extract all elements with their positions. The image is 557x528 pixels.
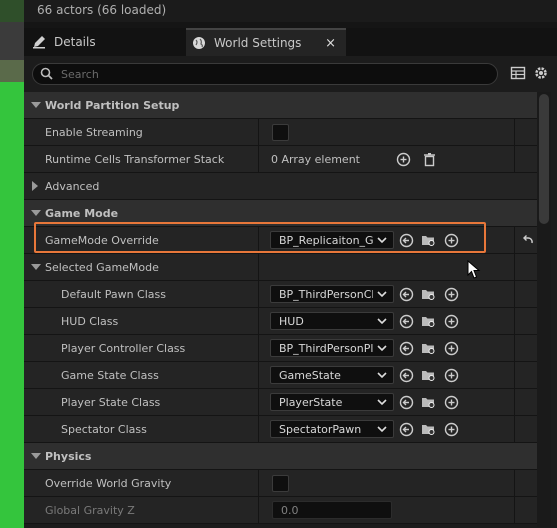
globe-icon [193, 37, 205, 49]
dropdown-value: HUD [279, 315, 304, 328]
category-label: World Partition Setup [45, 98, 180, 112]
collapse-arrow-icon [31, 264, 41, 270]
browse-folder-icon[interactable] [421, 395, 436, 410]
use-selected-icon[interactable] [399, 368, 414, 383]
property-label: Player State Class [61, 395, 161, 409]
viewport-edge [0, 0, 24, 22]
table-view-icon[interactable] [510, 65, 526, 81]
dropdown-value: SpectatorPawn [279, 423, 362, 436]
property-label: Advanced [45, 179, 100, 193]
highlight-box [34, 222, 486, 253]
tab-world-settings[interactable]: World Settings × [186, 28, 346, 56]
player-state-dropdown[interactable]: PlayerState [270, 393, 394, 411]
property-label: Spectator Class [61, 422, 147, 436]
player-controller-dropdown[interactable]: BP_ThirdPersonPl [270, 339, 394, 357]
property-label: Player Controller Class [61, 341, 186, 355]
outliner-status-bar: 66 actors (66 loaded) [0, 0, 557, 22]
dropdown-value: BP_ThirdPersonPl [279, 342, 373, 355]
property-label: Enable Streaming [45, 125, 143, 139]
browse-folder-icon[interactable] [421, 287, 436, 302]
mouse-cursor-icon [467, 260, 481, 279]
category-physics[interactable]: Physics [24, 443, 544, 470]
default-pawn-dropdown[interactable]: BP_ThirdPersonCl [270, 285, 394, 303]
property-label: Runtime Cells Transformer Stack [45, 152, 225, 166]
browse-folder-icon[interactable] [421, 341, 436, 356]
use-selected-icon[interactable] [399, 395, 414, 410]
category-world-partition[interactable]: World Partition Setup [24, 92, 544, 119]
viewport-slice [0, 22, 24, 528]
use-selected-icon[interactable] [399, 341, 414, 356]
row-override-gravity: Override World Gravity [24, 470, 544, 497]
actor-count: 66 actors (66 loaded) [37, 3, 167, 17]
collapse-arrow-icon [31, 102, 41, 108]
browse-folder-icon[interactable] [421, 422, 436, 437]
add-icon[interactable] [444, 395, 459, 410]
collapse-arrow-icon [31, 453, 41, 459]
browse-folder-icon[interactable] [421, 314, 436, 329]
property-label: Game State Class [61, 368, 159, 382]
trash-icon[interactable] [422, 152, 437, 167]
add-element-icon[interactable] [396, 152, 411, 167]
category-label: Game Mode [45, 206, 119, 220]
collapse-arrow-icon [31, 210, 41, 216]
use-selected-icon[interactable] [399, 287, 414, 302]
world-settings-panel: World Partition Setup Enable Streaming R… [24, 56, 557, 528]
chevron-down-icon [377, 291, 387, 298]
chevron-down-icon [377, 399, 387, 406]
tab-details-label: Details [54, 35, 96, 49]
chevron-down-icon [377, 372, 387, 379]
scrollbar-thumb[interactable] [539, 94, 549, 224]
tab-bar: Details World Settings × [24, 28, 557, 56]
pencil-icon [33, 36, 45, 49]
chevron-down-icon [377, 345, 387, 352]
row-global-gravity: Global Gravity Z 0.0 [24, 497, 544, 524]
search-input[interactable] [59, 65, 483, 83]
chevron-down-icon [377, 318, 387, 325]
row-advanced[interactable]: Advanced [24, 173, 544, 200]
property-label: Override World Gravity [45, 476, 172, 490]
tab-details[interactable]: Details [28, 28, 182, 56]
row-default-pawn: Default Pawn Class BP_ThirdPersonCl [24, 281, 544, 308]
row-enable-streaming: Enable Streaming [24, 119, 544, 146]
hud-class-dropdown[interactable]: HUD [270, 312, 394, 330]
add-icon[interactable] [444, 341, 459, 356]
row-spectator: Spectator Class SpectatorPawn [24, 416, 544, 443]
expand-arrow-icon [32, 181, 38, 191]
tab-world-settings-label: World Settings [214, 36, 302, 50]
add-icon[interactable] [444, 368, 459, 383]
row-selected-gamemode[interactable]: Selected GameMode [24, 254, 544, 281]
chevron-down-icon [377, 426, 387, 433]
property-label: Selected GameMode [45, 260, 159, 274]
array-count: 0 Array element [271, 152, 360, 166]
global-gravity-input[interactable]: 0.0 [272, 501, 392, 519]
spectator-dropdown[interactable]: SpectatorPawn [270, 420, 394, 438]
row-player-state: Player State Class PlayerState [24, 389, 544, 416]
number-value: 0.0 [281, 504, 299, 517]
close-tab-icon[interactable]: × [325, 36, 336, 51]
category-label: Physics [45, 449, 92, 463]
row-player-controller: Player Controller Class BP_ThirdPersonPl [24, 335, 544, 362]
use-selected-icon[interactable] [399, 314, 414, 329]
enable-streaming-checkbox[interactable] [272, 124, 289, 141]
settings-gear-icon[interactable] [533, 65, 549, 81]
row-hud-class: HUD Class HUD [24, 308, 544, 335]
add-icon[interactable] [444, 314, 459, 329]
row-runtime-cells: Runtime Cells Transformer Stack 0 Array … [24, 146, 544, 173]
property-label: Global Gravity Z [45, 503, 135, 517]
search-box[interactable] [32, 63, 498, 85]
browse-folder-icon[interactable] [421, 368, 436, 383]
reset-to-default-icon[interactable] [521, 233, 536, 248]
row-game-state: Game State Class GameState [24, 362, 544, 389]
dropdown-value: BP_ThirdPersonCl [279, 288, 373, 301]
override-gravity-checkbox[interactable] [272, 475, 289, 492]
use-selected-icon[interactable] [399, 422, 414, 437]
dropdown-value: PlayerState [279, 396, 343, 409]
add-icon[interactable] [444, 287, 459, 302]
property-label: HUD Class [61, 314, 119, 328]
game-state-dropdown[interactable]: GameState [270, 366, 394, 384]
property-label: Default Pawn Class [61, 287, 166, 301]
dropdown-value: GameState [279, 369, 341, 382]
add-icon[interactable] [444, 422, 459, 437]
search-icon [40, 67, 53, 80]
